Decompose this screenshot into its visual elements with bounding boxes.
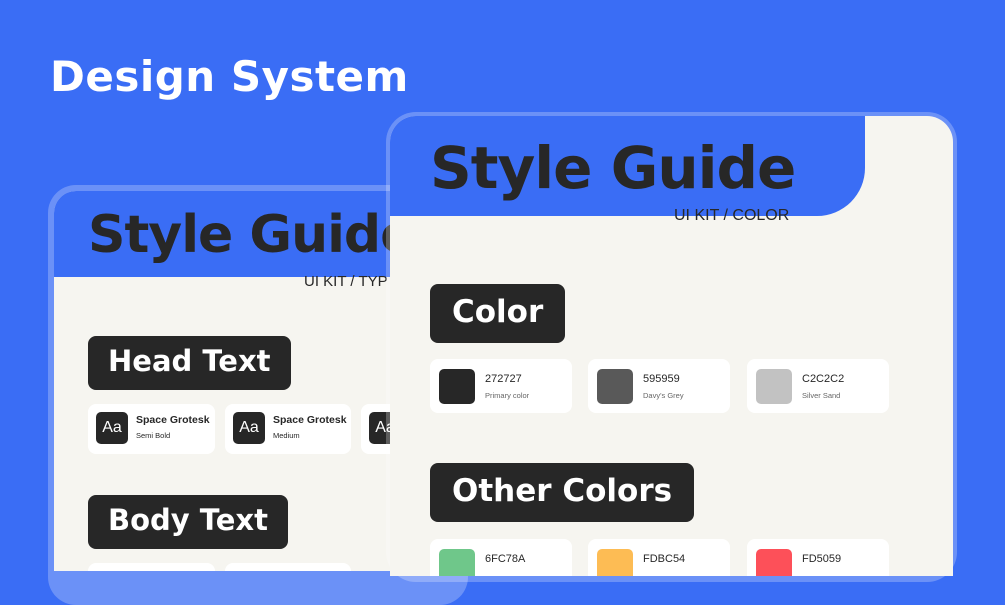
color-hex: FD5059 <box>802 553 842 565</box>
body-font-chip[interactable] <box>88 563 215 571</box>
color-hex: C2C2C2 <box>802 373 845 385</box>
color-name: Davy's Grey <box>643 391 684 400</box>
body-font-chip[interactable] <box>225 563 351 571</box>
font-chip[interactable]: Aa Space Grotesk Medium <box>225 404 351 454</box>
other-color-chip[interactable]: 6FC78A <box>430 539 572 576</box>
color-card-title: Style Guide <box>430 134 796 202</box>
font-sample: Aa <box>96 412 128 444</box>
color-hex: FDBC54 <box>643 553 686 565</box>
color-swatch <box>756 549 792 576</box>
color-hex: 6FC78A <box>485 553 526 565</box>
color-chip[interactable]: 272727 Primary color <box>430 359 572 413</box>
font-weight: Semi Bold <box>136 431 171 440</box>
other-colors-label: Other Colors <box>430 463 695 522</box>
font-sample: Aa <box>233 412 265 444</box>
color-chip[interactable]: C2C2C2 Silver Sand <box>747 359 889 413</box>
color-swatch <box>439 549 475 576</box>
color-chip[interactable]: 595959 Davy's Grey <box>588 359 730 413</box>
font-name: Space Grotesk <box>136 414 210 426</box>
other-color-chip[interactable]: FDBC54 <box>588 539 730 576</box>
color-swatch <box>439 369 475 404</box>
color-hex: 272727 <box>485 373 522 385</box>
typography-card-title: Style Guide <box>88 205 415 265</box>
color-swatch <box>756 369 792 404</box>
font-chip[interactable]: Aa Space Grotesk Semi Bold <box>88 404 215 454</box>
font-weight: Medium <box>273 431 300 440</box>
color-swatch <box>597 369 633 404</box>
color-card-panel: Style Guide UI KIT / COLOR Color 272727 … <box>390 116 953 576</box>
color-name: Primary color <box>485 391 530 400</box>
head-text-label: Head Text <box>88 336 291 390</box>
color-hex: 595959 <box>643 373 680 385</box>
page-title: Design System <box>50 52 409 101</box>
color-name: Silver Sand <box>802 391 841 400</box>
typography-card-subtitle: UI KIT / TYP <box>304 273 388 290</box>
font-name: Space Grotesk <box>273 414 347 426</box>
color-section-label: Color <box>430 284 566 343</box>
color-card-subtitle: UI KIT / COLOR <box>674 207 790 224</box>
color-swatch <box>597 549 633 576</box>
other-color-chip[interactable]: FD5059 <box>747 539 889 576</box>
body-text-label: Body Text <box>88 495 288 549</box>
